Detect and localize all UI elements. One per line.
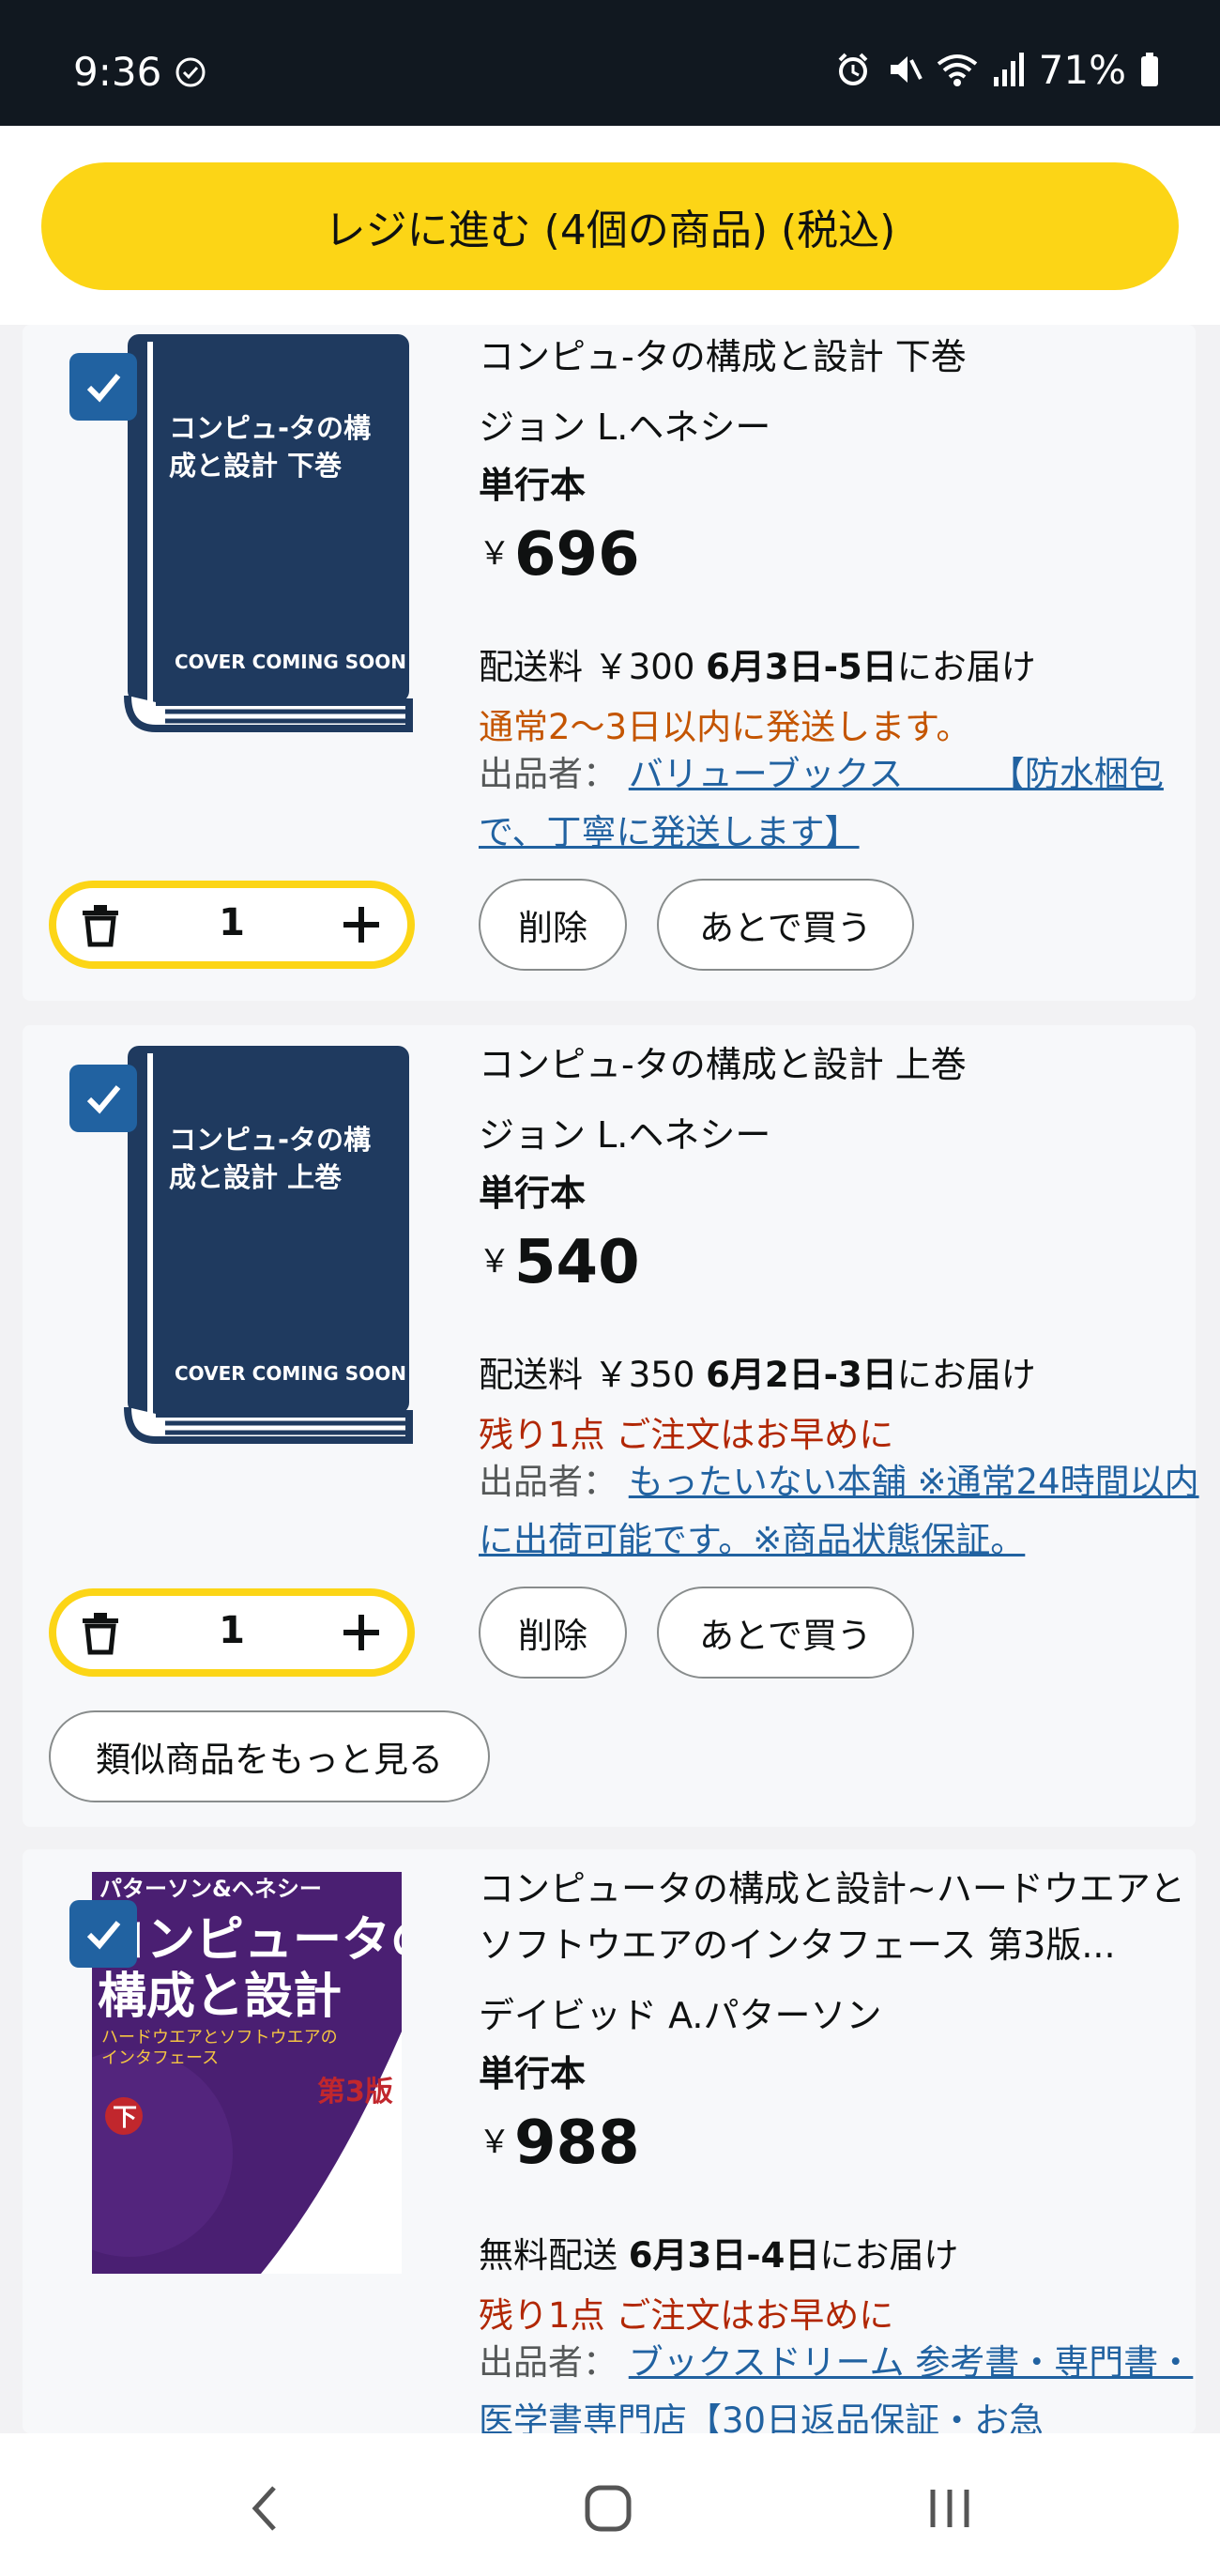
- svg-text:インタフェース: インタフェース: [101, 2048, 219, 2068]
- see-similar-items-button[interactable]: 類似商品をもっと見る: [49, 1710, 490, 1802]
- home-icon[interactable]: [580, 2480, 636, 2537]
- book-cover-image[interactable]: コンピュ-タの構 成と設計 上巻 COVER COMING SOON: [109, 1046, 428, 1449]
- item-price: ￥988: [479, 2108, 640, 2178]
- cover-coming-soon-text: COVER COMING SOON: [175, 651, 406, 673]
- availability-text: 残り1点 ご注文はお早めに: [479, 2295, 894, 2336]
- task-done-icon: [175, 57, 206, 87]
- svg-text:パターソン&ヘネシー: パターソン&ヘネシー: [99, 1876, 322, 1902]
- clock: 9:36: [73, 49, 162, 95]
- alarm-icon: [838, 53, 868, 85]
- item-select-checkbox[interactable]: [69, 353, 137, 421]
- save-for-later-button[interactable]: あとで買う: [657, 879, 914, 971]
- delivery-info: 無料配送 6月3日-4日にお届け: [479, 2235, 959, 2276]
- mute-icon: [890, 56, 923, 83]
- book-cover-image[interactable]: パターソン&ヘネシー コンピュータの 構成と設計 ハードウエアとソフトウエアの …: [92, 1872, 402, 2274]
- delivery-info: 配送料 ￥300 6月3日-5日にお届け: [479, 647, 1036, 687]
- navigation-bar: [0, 2433, 1220, 2576]
- item-format: 単行本: [479, 1173, 587, 1214]
- signal-icon: [993, 53, 1024, 86]
- item-format: 単行本: [479, 2053, 587, 2094]
- svg-text:構成と設計: 構成と設計: [98, 1969, 342, 2025]
- quantity-stepper: 1: [49, 1588, 415, 1677]
- seller-info: 出品者： もったいない本舗 ※通常24時間以内に出荷可能です。※商品状態保証。: [479, 1462, 1199, 1560]
- item-price: ￥540: [479, 1228, 640, 1297]
- checkmark-icon: [86, 374, 121, 403]
- checkmark-icon: [86, 1921, 121, 1950]
- svg-text:成と設計 下巻: 成と設計 下巻: [169, 450, 342, 482]
- svg-text:コンピュ-タの構: コンピュ-タの構: [169, 412, 371, 444]
- item-author: デイビッド A.パターソン: [479, 1995, 882, 2036]
- item-title[interactable]: コンピュ-タの構成と設計 上巻: [479, 1036, 1192, 1093]
- seller-info: 出品者： バリューブックス 【防水梱包で、丁寧に発送します】: [479, 754, 1164, 852]
- proceed-to-checkout-button[interactable]: レジに進む (4個の商品) (税込): [41, 162, 1179, 290]
- cart-item: コンピュ-タの構 成と設計 上巻 COVER COMING SOON コンピュ-…: [23, 1025, 1199, 1827]
- delivery-info: 配送料 ￥350 6月2日-3日にお届け: [479, 1355, 1036, 1395]
- item-price: ￥696: [479, 520, 640, 590]
- availability-text: 残り1点 ご注文はお早めに: [479, 1415, 894, 1455]
- plus-icon[interactable]: [338, 901, 385, 948]
- item-author: ジョン L.ヘネシー: [479, 406, 771, 448]
- seller-info: 出品者： ブックスドリーム 参考書・専門書・医学書専門店【30日返品保証・お急: [479, 2334, 1201, 2433]
- item-select-checkbox[interactable]: [69, 1065, 137, 1132]
- status-bar: 9:36 71%: [0, 0, 1220, 126]
- cover-coming-soon-text: COVER COMING SOON: [175, 1362, 406, 1385]
- availability-text: 通常2～3日以内に発送します。: [479, 707, 971, 747]
- svg-text:成と設計 上巻: 成と設計 上巻: [169, 1161, 342, 1193]
- svg-text:第3版: 第3版: [317, 2076, 393, 2108]
- svg-text:ハードウエアとソフトウエアの: ハードウエアとソフトウエアの: [101, 2028, 338, 2047]
- plus-icon[interactable]: [338, 1609, 385, 1656]
- svg-text:下: 下: [113, 2104, 137, 2132]
- quantity-stepper: 1: [49, 881, 415, 969]
- wifi-icon: [937, 54, 977, 86]
- delete-button[interactable]: 削除: [479, 1587, 627, 1679]
- cart-item: コンピュ-タの構 成と設計 下巻 COVER COMING SOON コンピュ-…: [23, 325, 1196, 1001]
- item-title[interactable]: コンピュ-タの構成と設計 下巻: [479, 329, 1192, 385]
- recents-icon[interactable]: [922, 2480, 978, 2537]
- svg-text:コンピュ-タの構: コンピュ-タの構: [169, 1124, 371, 1156]
- battery-icon: [1141, 53, 1158, 86]
- delete-button[interactable]: 削除: [479, 879, 627, 971]
- svg-text:コンピュータの: コンピュータの: [98, 1912, 402, 1969]
- save-for-later-button[interactable]: あとで買う: [657, 1587, 914, 1679]
- item-select-checkbox[interactable]: [69, 1900, 137, 1968]
- item-format: 単行本: [479, 465, 587, 506]
- cart-item: パターソン&ヘネシー コンピュータの 構成と設計 ハードウエアとソフトウエアの …: [23, 1849, 1196, 2433]
- battery-percent: 71%: [1038, 46, 1126, 93]
- item-author: ジョン L.ヘネシー: [479, 1114, 771, 1156]
- back-icon[interactable]: [238, 2480, 295, 2537]
- item-title[interactable]: コンピュータの構成と設計~ハードウエアとソフトウエアのインタフェース 第3版..…: [479, 1861, 1192, 1973]
- checkmark-icon: [86, 1085, 121, 1114]
- book-cover-image[interactable]: コンピュ-タの構 成と設計 下巻 COVER COMING SOON: [109, 334, 428, 738]
